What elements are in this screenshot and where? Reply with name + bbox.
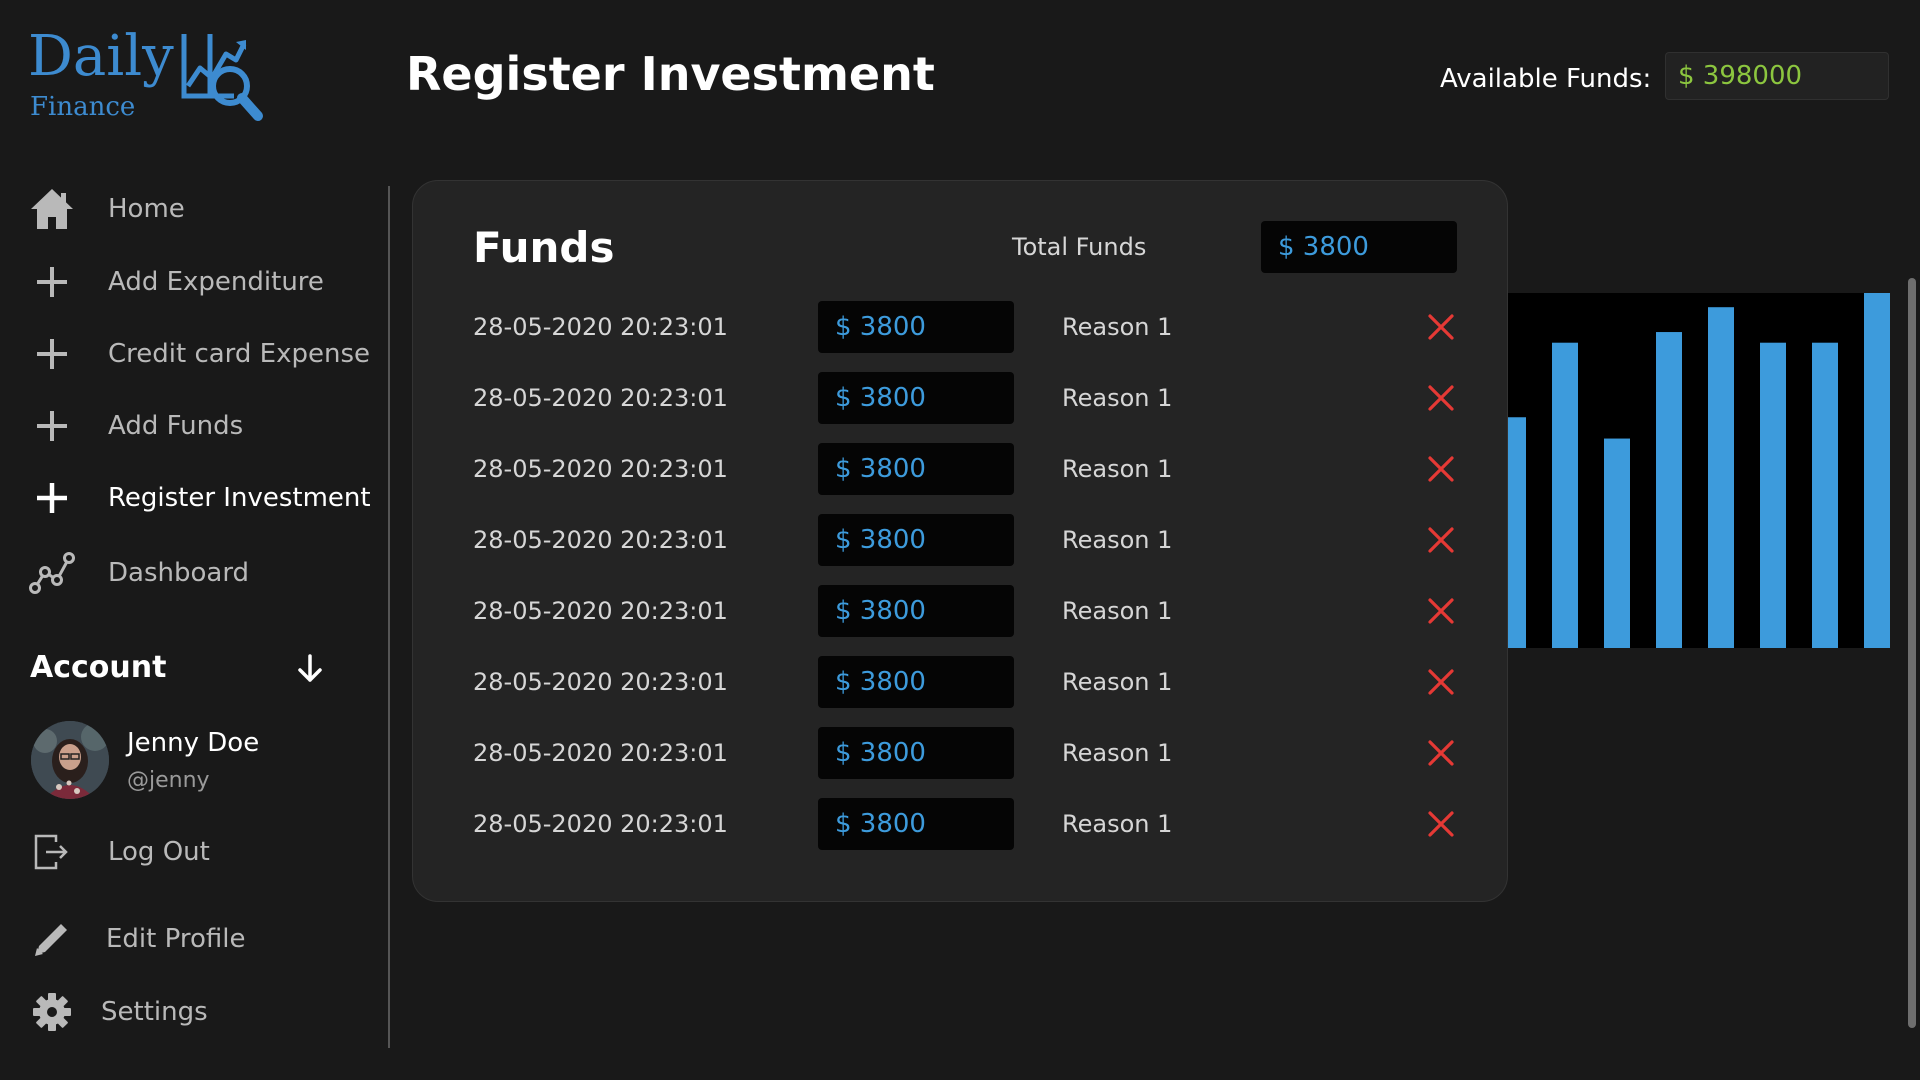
chart-bar (1864, 293, 1890, 648)
fund-reason: Reason 1 (1062, 739, 1173, 767)
fund-reason: Reason 1 (1062, 384, 1173, 412)
background-bar-chart (1500, 293, 1890, 648)
close-icon[interactable] (1425, 382, 1457, 414)
total-funds-label: Total Funds (1012, 233, 1147, 261)
fund-date: 28-05-2020 20:23:01 (473, 597, 728, 625)
fund-date: 28-05-2020 20:23:01 (473, 313, 728, 341)
user-handle: @jenny (127, 768, 210, 793)
close-icon[interactable] (1425, 666, 1457, 698)
plus-icon (28, 330, 76, 378)
plus-icon (28, 258, 76, 306)
chart-bar (1708, 307, 1734, 648)
sidebar-item-label: Log Out (108, 837, 210, 867)
avatar[interactable] (31, 721, 109, 799)
fund-date: 28-05-2020 20:23:01 (473, 455, 728, 483)
fund-row: 28-05-2020 20:23:01 $ 3800 Reason 1 (413, 727, 1509, 779)
sidebar-item-label: Home (108, 194, 185, 224)
fund-date: 28-05-2020 20:23:01 (473, 526, 728, 554)
fund-reason: Reason 1 (1062, 668, 1173, 696)
close-icon[interactable] (1425, 808, 1457, 840)
sidebar-item-label: Add Expenditure (108, 267, 324, 297)
plus-icon (28, 474, 76, 522)
fund-reason: Reason 1 (1062, 810, 1173, 838)
plus-icon (28, 402, 76, 450)
chart-bar (1812, 342, 1838, 648)
fund-date: 28-05-2020 20:23:01 (473, 384, 728, 412)
edit-profile-button[interactable]: Edit Profile (28, 914, 245, 964)
close-icon[interactable] (1425, 595, 1457, 627)
sidebar-divider (388, 186, 390, 1048)
fund-amount: $ 3800 (818, 443, 1014, 495)
home-icon (28, 185, 76, 233)
chart-bar (1552, 342, 1578, 648)
fund-row: 28-05-2020 20:23:01 $ 3800 Reason 1 (413, 301, 1509, 353)
sidebar-item-credit-card-expense[interactable]: Credit card Expense (28, 329, 370, 379)
fund-date: 28-05-2020 20:23:01 (473, 810, 728, 838)
fund-amount: $ 3800 (818, 727, 1014, 779)
account-section-label: Account (30, 650, 167, 685)
fund-date: 28-05-2020 20:23:01 (473, 668, 728, 696)
chart-bar (1656, 332, 1682, 648)
fund-amount: $ 3800 (818, 301, 1014, 353)
fund-reason: Reason 1 (1062, 455, 1173, 483)
fund-row: 28-05-2020 20:23:01 $ 3800 Reason 1 (413, 585, 1509, 637)
fund-amount: $ 3800 (818, 798, 1014, 850)
logo-text-daily: Daily (28, 24, 174, 89)
scrollbar[interactable] (1908, 278, 1916, 1028)
available-funds-value: $ 398000 (1665, 52, 1889, 100)
sidebar-item-dashboard[interactable]: Dashboard (28, 548, 249, 598)
sidebar-item-label: Edit Profile (106, 924, 246, 954)
sidebar-item-label: Settings (101, 997, 208, 1027)
page-title: Register Investment (406, 47, 935, 101)
chart-magnifier-icon (181, 34, 263, 121)
gear-icon (28, 988, 76, 1036)
sidebar-item-label: Credit card Expense (108, 339, 371, 369)
fund-amount: $ 3800 (818, 514, 1014, 566)
fund-amount: $ 3800 (818, 372, 1014, 424)
fund-row: 28-05-2020 20:23:01 $ 3800 Reason 1 (413, 798, 1509, 850)
close-icon[interactable] (1425, 737, 1457, 769)
settings-button[interactable]: Settings (28, 987, 208, 1037)
sidebar-item-label: Add Funds (108, 411, 244, 441)
logo-text-finance: Finance (30, 92, 136, 122)
fund-row: 28-05-2020 20:23:01 $ 3800 Reason 1 (413, 514, 1509, 566)
close-icon[interactable] (1425, 311, 1457, 343)
fund-reason: Reason 1 (1062, 526, 1173, 554)
pencil-icon (28, 915, 76, 963)
total-funds-value: $ 3800 (1261, 221, 1457, 273)
sidebar-item-add-expenditure[interactable]: Add Expenditure (28, 257, 324, 307)
fund-reason: Reason 1 (1062, 313, 1173, 341)
chart-bar (1760, 342, 1786, 648)
chart-bar (1604, 438, 1630, 648)
sidebar-item-home[interactable]: Home (28, 184, 185, 234)
fund-row: 28-05-2020 20:23:01 $ 3800 Reason 1 (413, 443, 1509, 495)
app-logo: Daily Finance (28, 26, 278, 126)
sidebar-item-label: Register Investment (108, 483, 371, 513)
logout-icon (28, 828, 76, 876)
fund-row: 28-05-2020 20:23:01 $ 3800 Reason 1 (413, 656, 1509, 708)
line-graph-icon (28, 549, 76, 597)
fund-amount: $ 3800 (818, 656, 1014, 708)
sidebar-item-add-funds[interactable]: Add Funds (28, 401, 243, 451)
available-funds-label: Available Funds: (1440, 64, 1652, 94)
fund-reason: Reason 1 (1062, 597, 1173, 625)
fund-date: 28-05-2020 20:23:01 (473, 739, 728, 767)
fund-row: 28-05-2020 20:23:01 $ 3800 Reason 1 (413, 372, 1509, 424)
user-name: Jenny Doe (127, 728, 260, 758)
fund-amount: $ 3800 (818, 585, 1014, 637)
funds-panel: Funds Total Funds $ 3800 28-05-2020 20:2… (412, 180, 1508, 902)
close-icon[interactable] (1425, 453, 1457, 485)
log-out-button[interactable]: Log Out (28, 827, 210, 877)
arrow-down-icon[interactable] (292, 650, 328, 686)
sidebar-item-label: Dashboard (108, 558, 250, 588)
funds-panel-title: Funds (473, 223, 615, 272)
close-icon[interactable] (1425, 524, 1457, 556)
sidebar-item-register-investment[interactable]: Register Investment (28, 473, 371, 523)
